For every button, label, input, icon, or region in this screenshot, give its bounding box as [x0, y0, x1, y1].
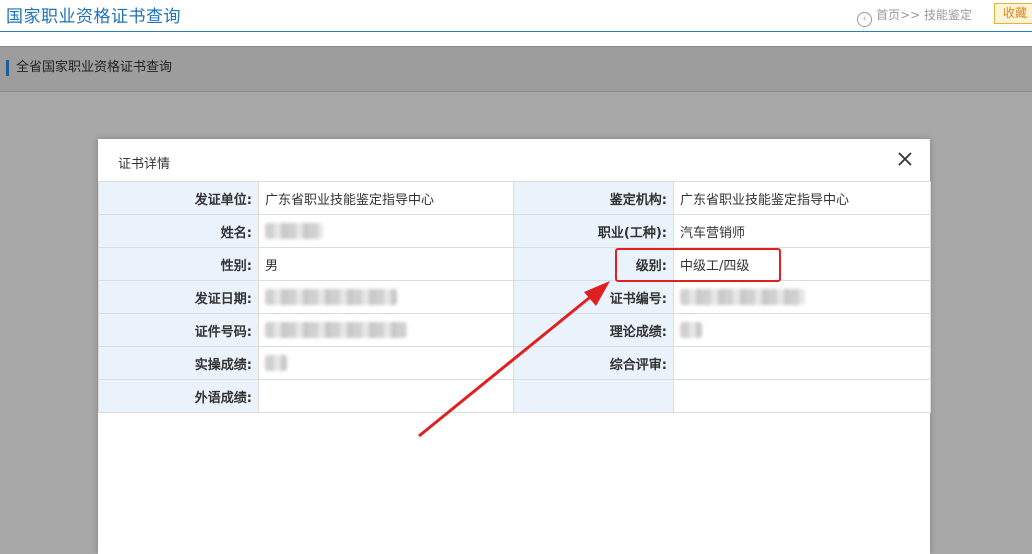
- label-level: 级别:: [513, 247, 674, 281]
- value-name: [258, 214, 514, 248]
- redacted-certificate-number: [680, 289, 805, 305]
- value-id-number: [258, 313, 514, 347]
- redacted-id-number: [265, 322, 407, 338]
- label-issuer: 发证单位:: [98, 181, 259, 215]
- table-row: 证件号码: 理论成绩:: [98, 313, 931, 347]
- value-foreign-language-score: [258, 379, 514, 413]
- back-circle-icon: ‹: [857, 12, 873, 27]
- breadcrumb-text: 首页>> 技能鉴定: [876, 8, 972, 22]
- value-practical-score: [258, 346, 514, 380]
- close-icon: [898, 152, 912, 166]
- label-certificate-number: 证书编号:: [513, 280, 674, 314]
- value-occupation: 汽车营销师: [673, 214, 931, 248]
- redacted-theory-score: [680, 322, 702, 338]
- breadcrumb[interactable]: ‹ 首页>> 技能鉴定: [857, 6, 972, 27]
- site-title: 国家职业资格证书查询: [6, 7, 181, 27]
- value-certificate-number: [673, 280, 931, 314]
- label-appraisal-agency: 鉴定机构:: [513, 181, 674, 215]
- table-row: 发证单位: 广东省职业技能鉴定指导中心 鉴定机构: 广东省职业技能鉴定指导中心: [98, 181, 931, 215]
- label-gender: 性别:: [98, 247, 259, 281]
- section-bar: 全省国家职业资格证书查询: [0, 46, 1032, 92]
- redacted-issue-date: [265, 289, 397, 305]
- top-header: 国家职业资格证书查询 ‹ 首页>> 技能鉴定 收藏: [0, 0, 1032, 32]
- redacted-name: [265, 223, 323, 239]
- modal-title: 证书详情: [118, 157, 171, 172]
- value-theory-score: [673, 313, 931, 347]
- value-appraisal-agency: 广东省职业技能鉴定指导中心: [673, 181, 931, 215]
- label-theory-score: 理论成绩:: [513, 313, 674, 347]
- table-row: 发证日期: 证书编号:: [98, 280, 931, 314]
- label-practical-score: 实操成绩:: [98, 346, 259, 380]
- value-issue-date: [258, 280, 514, 314]
- value-empty: [673, 379, 931, 413]
- label-issue-date: 发证日期:: [98, 280, 259, 314]
- close-button[interactable]: [896, 150, 914, 168]
- certificate-detail-table: 发证单位: 广东省职业技能鉴定指导中心 鉴定机构: 广东省职业技能鉴定指导中心 …: [98, 181, 931, 413]
- label-foreign-language-score: 外语成绩:: [98, 379, 259, 413]
- table-row: 姓名: 职业(工种): 汽车营销师: [98, 214, 931, 248]
- label-empty: [513, 379, 674, 413]
- table-row: 性别: 男 级别: 中级工/四级: [98, 247, 931, 281]
- modal-header: 证书详情: [98, 139, 930, 182]
- value-gender: 男: [258, 247, 514, 281]
- value-level: 中级工/四级: [673, 247, 931, 281]
- label-name: 姓名:: [98, 214, 259, 248]
- section-title: 全省国家职业资格证书查询: [6, 60, 172, 76]
- label-comprehensive-review: 综合评审:: [513, 346, 674, 380]
- favorite-button[interactable]: 收藏: [993, 3, 1032, 24]
- value-issuer: 广东省职业技能鉴定指导中心: [258, 181, 514, 215]
- label-id-number: 证件号码:: [98, 313, 259, 347]
- redacted-practical-score: [265, 355, 287, 371]
- value-comprehensive-review: [673, 346, 931, 380]
- label-occupation: 职业(工种):: [513, 214, 674, 248]
- table-row: 外语成绩:: [98, 379, 931, 413]
- table-row: 实操成绩: 综合评审:: [98, 346, 931, 380]
- certificate-detail-modal: 证书详情 发证单位: 广东省职业技能鉴定指导中心 鉴定机构: 广东省职业技能鉴定…: [98, 139, 931, 554]
